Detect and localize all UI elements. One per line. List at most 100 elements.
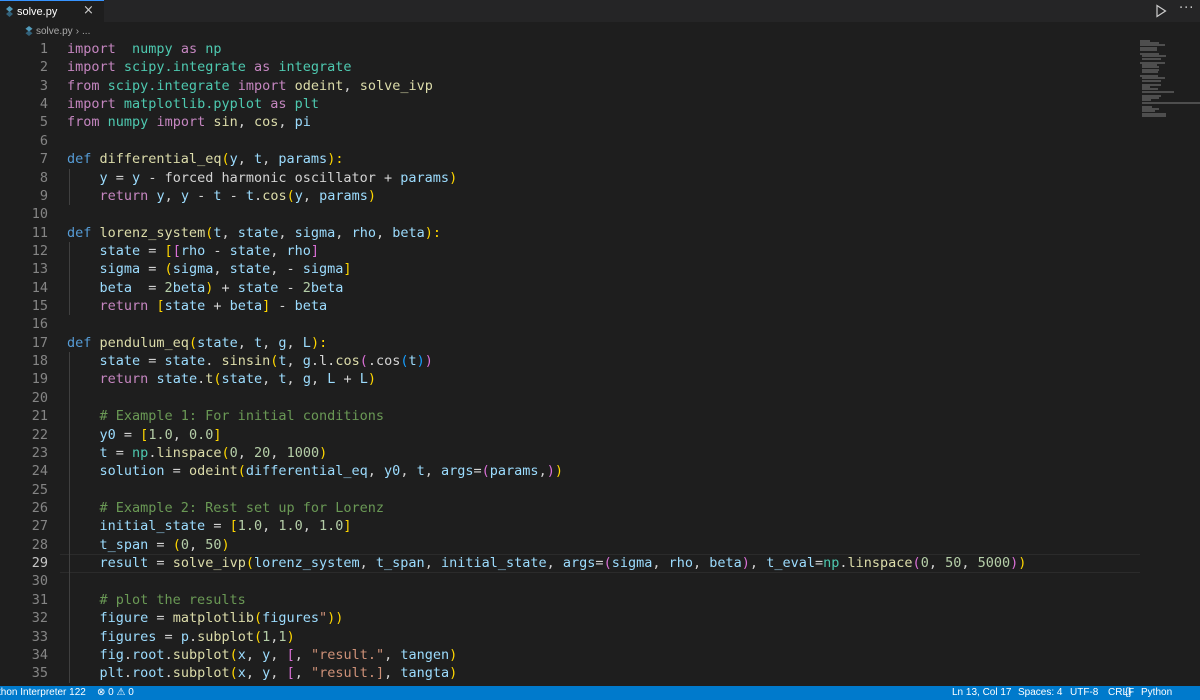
code-line[interactable]: fig.root.subplot(x, y, [, "result.", tan…: [67, 646, 458, 664]
code-token: import: [237, 77, 287, 94]
code-line[interactable]: figure = matplotlib(figures")): [67, 609, 344, 627]
code-line[interactable]: t_span = (0, 50): [67, 536, 230, 554]
code-token: ,: [375, 224, 393, 241]
code-line[interactable]: return state.t(state, t, g, L + L): [67, 370, 377, 388]
code-line[interactable]: return y, y - t - t.cos(y, params): [67, 187, 377, 205]
code-token: ,: [538, 463, 547, 480]
code-token: =: [156, 628, 181, 645]
play-icon[interactable]: [1153, 3, 1169, 19]
line-number: 23: [31, 444, 48, 461]
code-line[interactable]: plt.root.subplot(x, y, [, "result.], tan…: [67, 664, 458, 682]
code-token: .: [164, 646, 173, 663]
code-line[interactable]: def differential_eq(y, t, params):: [67, 150, 343, 168]
code-token: ,: [961, 555, 978, 572]
code-token: root: [132, 665, 165, 682]
code-token: ): [1018, 555, 1027, 572]
code-line[interactable]: figures = p.subplot(1,1): [67, 628, 295, 646]
line-number: 3: [39, 77, 48, 94]
code-token: L: [302, 334, 311, 351]
code-token: .: [123, 665, 133, 682]
cursor-position[interactable]: Ln 13, Col 17: [952, 686, 1012, 700]
code-line[interactable]: solution = odeint(differential_eq, y0, t…: [67, 462, 563, 480]
code-line[interactable]: import numpy as np: [67, 40, 222, 58]
code-token: ,: [237, 444, 255, 461]
code-line[interactable]: # Example 2: Rest set up for Lorenz: [67, 499, 384, 517]
code-line[interactable]: # plot the results: [67, 591, 246, 609]
code-token: initial_state: [440, 555, 547, 572]
code-token: =: [132, 279, 165, 296]
code-line[interactable]: from numpy import sin, cos, pi: [67, 113, 311, 131]
code-token: =: [140, 261, 165, 278]
code-token: sigma: [294, 224, 336, 241]
code-line[interactable]: from scipy.integrate import odeint, solv…: [67, 77, 433, 95]
code-token: 0: [229, 444, 238, 461]
breadcrumb-file[interactable]: solve.py: [36, 26, 73, 37]
code-token: [: [286, 646, 295, 663]
code-token: (: [245, 555, 254, 572]
language-mode[interactable]: Python: [1141, 686, 1172, 700]
code-line[interactable]: state = state. sinsin(t, g.l.cos(.cos(t)…: [67, 352, 433, 370]
code-token: 1.0: [319, 518, 344, 535]
code-token: state: [99, 242, 141, 259]
code-line[interactable]: initial_state = [1.0, 1.0, 1.0]: [67, 517, 352, 535]
code-token: ): [554, 463, 563, 480]
code-token: rho: [668, 555, 693, 572]
code-token: 2: [302, 279, 311, 296]
code-editor[interactable]: 1 2 3 4 5 6 7 8 9 10 11 12 13 14 15 16 17 18 19 20 21 22 23 24 2…: [0, 40, 1200, 686]
code-token: ,: [367, 463, 385, 480]
code-token: ,: [343, 77, 360, 94]
line-number: 16: [31, 316, 48, 333]
code-line[interactable]: state = [[rho - state, rho]: [67, 242, 320, 260]
code-token: def: [67, 151, 92, 168]
code-line[interactable]: import matplotlib.pyplot as plt: [67, 95, 319, 113]
minimap-line: [1142, 90, 1174, 93]
code-line[interactable]: t = np.linspace(0, 20, 1000): [67, 444, 328, 462]
code-line[interactable]: def lorenz_system(t, state, sigma, rho, …: [67, 224, 441, 242]
code-token: t: [416, 463, 425, 480]
code-token: sigma: [172, 261, 214, 278]
code-line[interactable]: beta = 2beta) + state - 2beta: [67, 279, 344, 297]
code-line[interactable]: sigma = (sigma, state, - sigma]: [67, 260, 352, 278]
code-line[interactable]: # Example 1: For initial conditions: [67, 407, 384, 425]
indentation[interactable]: Spaces: 4: [1018, 686, 1062, 700]
code-token: 1.0: [237, 518, 263, 535]
tab-solve-py[interactable]: solve.py ×: [0, 0, 104, 22]
code-line[interactable]: result = solve_ivp(lorenz_system, t_span…: [67, 554, 1027, 572]
problems-count[interactable]: ⊗ 0 ⚠ 0: [97, 686, 134, 700]
more-actions-icon[interactable]: ···: [1179, 1, 1194, 16]
code-line[interactable]: return [state + beta] - beta: [67, 297, 328, 315]
code-line[interactable]: y0 = [1.0, 0.0]: [67, 426, 222, 444]
code-area[interactable]: import numpy as np import scipy.integrate…: [67, 40, 1130, 686]
code-token: sigma: [302, 261, 344, 278]
code-token: ,: [286, 353, 303, 370]
code-token: ,: [294, 646, 311, 663]
code-token: .cos: [367, 353, 401, 370]
code-token: import: [67, 59, 116, 76]
line-number: 7: [39, 151, 48, 168]
code-line[interactable]: import scipy.integrate as integrate: [67, 58, 352, 76]
code-token: ,: [294, 665, 311, 682]
code-token: L: [359, 371, 368, 388]
code-token: # plot the results: [99, 591, 246, 608]
python-interpreter[interactable]: thon Interpreter 122: [0, 686, 86, 700]
code-token: p: [180, 628, 189, 645]
breadcrumb-symbols[interactable]: ...: [82, 26, 90, 37]
code-token: =: [115, 426, 141, 443]
code-token: , -: [270, 261, 303, 278]
code-line[interactable]: y = y - forced harmonic oscillator + par…: [67, 169, 458, 187]
code-token: solve_ivp: [359, 77, 433, 94]
code-line[interactable]: def pendulum_eq(state, t, g, L):: [67, 334, 327, 352]
close-icon[interactable]: ×: [83, 3, 94, 19]
minimap[interactable]: [1138, 40, 1200, 686]
line-number: 8: [39, 169, 48, 186]
encoding[interactable]: UTF-8: [1070, 686, 1098, 700]
minimap-line: [1142, 70, 1158, 73]
code-token: state: [164, 298, 206, 315]
